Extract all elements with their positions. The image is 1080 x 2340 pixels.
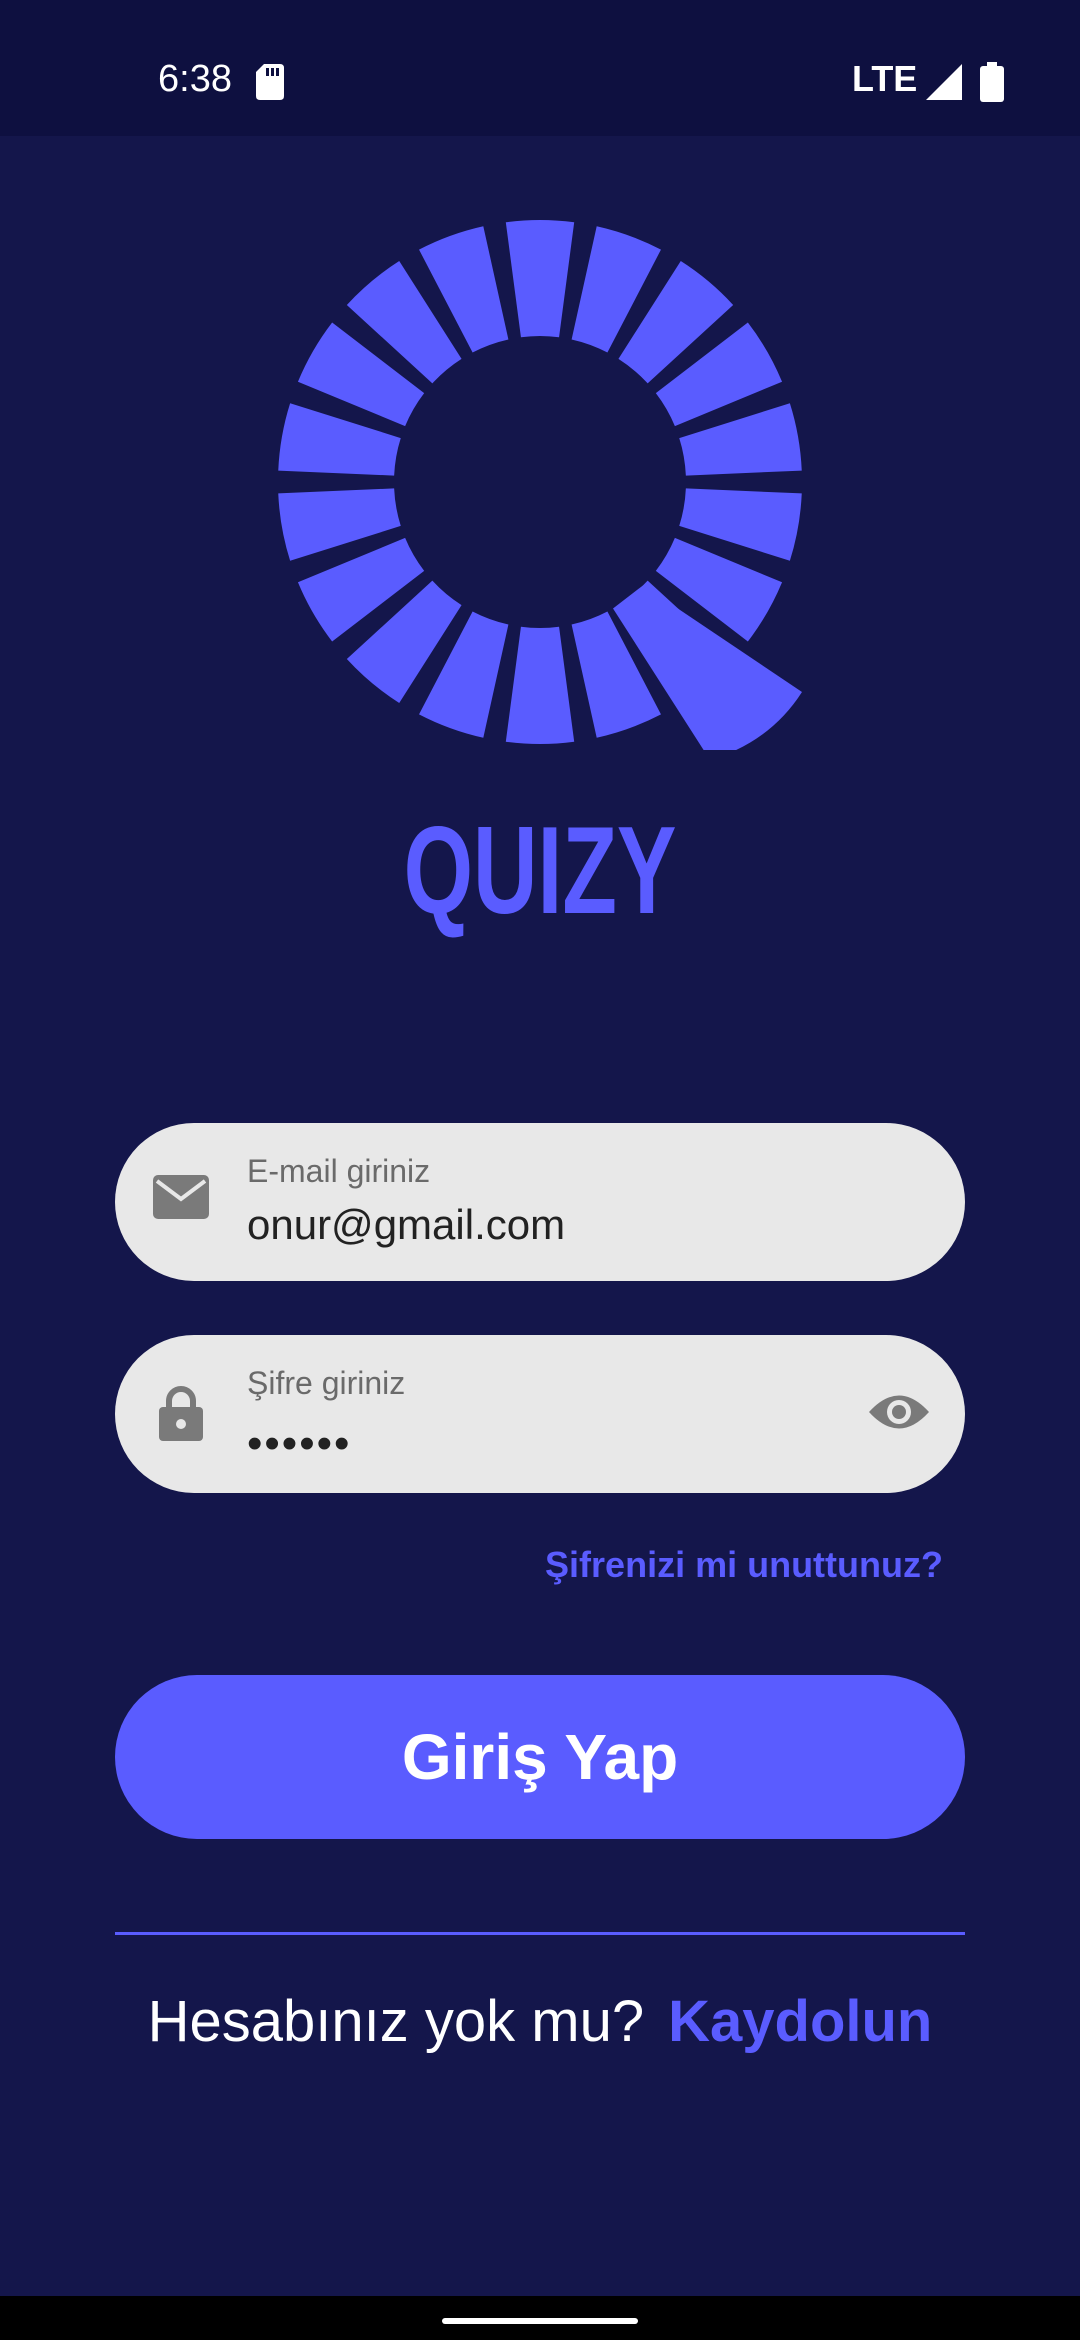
signup-row: Hesabınız yok mu? Kaydolun [0, 1988, 1080, 2055]
signup-prompt: Hesabınız yok mu? [147, 1989, 645, 2054]
mail-icon [153, 1175, 209, 1219]
app-title: QUIZY [403, 802, 677, 940]
password-field[interactable]: Şifre giriniz •••••• [115, 1335, 965, 1493]
divider [115, 1932, 965, 1935]
password-input[interactable]: •••••• [247, 1419, 351, 1469]
eye-icon[interactable] [867, 1389, 931, 1435]
network-type: LTE [852, 58, 918, 99]
login-button[interactable]: Giriş Yap [115, 1675, 965, 1839]
status-time: 6:38 [158, 58, 232, 100]
lock-icon [159, 1386, 203, 1441]
logo-segment [505, 220, 575, 338]
email-input[interactable]: onur@gmail.com [247, 1201, 565, 1249]
signal-icon [926, 64, 962, 100]
email-label: E-mail giriniz [247, 1153, 431, 1189]
logo-segment [505, 626, 575, 744]
battery-icon [980, 62, 1004, 102]
quizy-ring-logo [278, 220, 802, 750]
home-handle[interactable] [442, 2318, 638, 2324]
email-field[interactable]: E-mail giriniz onur@gmail.com [115, 1123, 965, 1281]
signup-link[interactable]: Kaydolun [668, 1989, 932, 2054]
forgot-password-link[interactable]: Şifrenizi mi unuttunuz? [520, 1544, 943, 1586]
sd-card-icon [256, 64, 284, 100]
password-label: Şifre giriniz [247, 1365, 406, 1401]
